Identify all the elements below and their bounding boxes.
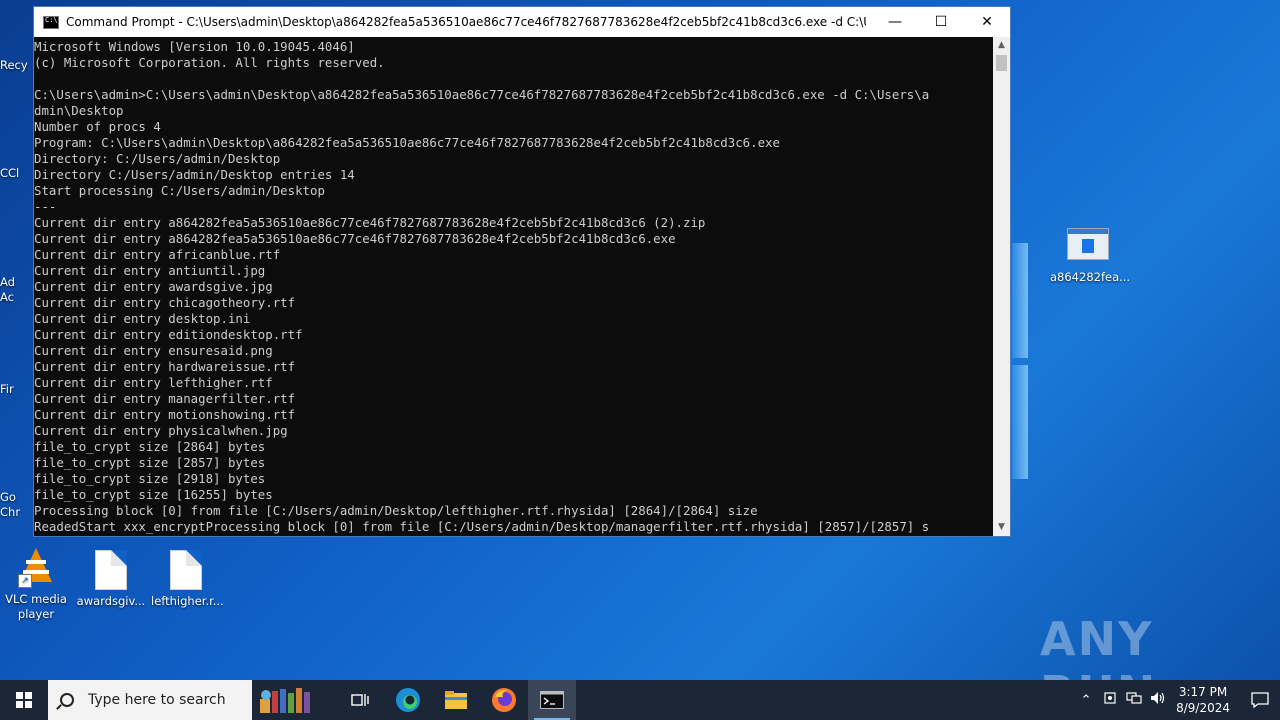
search-icon: [60, 693, 74, 707]
console-output[interactable]: Microsoft Windows [Version 10.0.19045.40…: [34, 37, 994, 539]
wallpaper-beam: [1012, 365, 1028, 479]
desktop-icon-label[interactable]: Fir: [0, 382, 34, 396]
console-line: Current dir entry awardsgive.jpg: [34, 279, 273, 294]
console-line: file_to_crypt size [2857] bytes: [34, 455, 266, 470]
console-line: Current dir entry antiuntil.jpg: [34, 263, 266, 278]
volume-icon[interactable]: [1146, 691, 1170, 709]
console-line: Current dir entry africanblue.rtf: [34, 247, 281, 262]
vertical-scrollbar[interactable]: ▲ ▼: [993, 37, 1010, 536]
file-icon: [93, 550, 129, 590]
start-button[interactable]: [0, 680, 48, 720]
command-prompt-window[interactable]: Command Prompt - C:\Users\admin\Desktop\…: [33, 6, 1011, 537]
console-line: (c) Microsoft Corporation. All rights re…: [34, 55, 385, 70]
console-line: Microsoft Windows [Version 10.0.19045.40…: [34, 39, 355, 54]
scroll-up-icon[interactable]: ▲: [993, 37, 1010, 54]
console-line: Current dir entry physicalwhen.jpg: [34, 423, 288, 438]
console-line: Program: C:\Users\admin\Desktop\a864282f…: [34, 135, 780, 150]
console-line: Current dir entry motionshowing.rtf: [34, 407, 296, 422]
windows-logo-icon: [16, 692, 32, 708]
maximize-button[interactable]: ☐: [918, 7, 964, 37]
file-icon: [168, 550, 204, 590]
console-line: Current dir entry editiondesktop.rtf: [34, 327, 303, 342]
network-icon[interactable]: [1122, 691, 1146, 709]
console-line: Current dir entry desktop.ini: [34, 311, 251, 326]
search-box[interactable]: Type here to search: [48, 680, 252, 720]
taskbar: Type here to search ⌃ 3:17 PM 8/9/2024: [0, 680, 1280, 720]
task-view-icon[interactable]: [336, 680, 384, 720]
executable-icon: [1066, 228, 1109, 260]
notification-icon[interactable]: [1240, 692, 1280, 708]
console-line: Current dir entry managerfilter.rtf: [34, 391, 296, 406]
file-explorer-icon[interactable]: [432, 680, 480, 720]
console-line: file_to_crypt size [2864] bytes: [34, 439, 266, 454]
console-line: Directory C:/Users/admin/Desktop entries…: [34, 167, 355, 182]
desktop-icon-vlc[interactable]: ↗ VLC media player: [1, 548, 71, 622]
tray-chevron-icon[interactable]: ⌃: [1074, 693, 1098, 708]
console-line: Current dir entry lefthigher.rtf: [34, 375, 273, 390]
desktop-icon-label: a864282fea...: [1050, 270, 1131, 284]
console-line: C:\Users\admin>C:\Users\admin\Desktop\a8…: [34, 87, 930, 102]
desktop-icon-label: awardsgiv...: [76, 594, 146, 608]
clock[interactable]: 3:17 PM 8/9/2024: [1176, 684, 1230, 716]
desktop-icon-label[interactable]: Go: [0, 490, 34, 504]
desktop-icon-label: lefthigher.r...: [151, 594, 224, 608]
desktop-icon-label[interactable]: Ac: [0, 290, 34, 304]
scrollbar-thumb[interactable]: [996, 55, 1007, 71]
desktop-icon-label[interactable]: Chr: [0, 505, 34, 519]
desktop-icon-lefthigher[interactable]: lefthigher.r...: [151, 550, 224, 609]
console-line: file_to_crypt size [16255] bytes: [34, 487, 273, 502]
console-line: Current dir entry a864282fea5a536510ae86…: [34, 215, 706, 230]
console-line: file_to_crypt size [2918] bytes: [34, 471, 266, 486]
desktop-icon-exe[interactable]: a864282fea...: [1050, 228, 1131, 284]
desktop-icon-label: VLC media: [5, 592, 67, 606]
system-tray: ⌃ 3:17 PM 8/9/2024: [1074, 680, 1280, 720]
command-prompt-icon: [43, 15, 59, 29]
vlc-icon: ↗: [18, 548, 54, 588]
clock-time: 3:17 PM: [1178, 685, 1228, 699]
console-line: Processing block [0] from file [C:/Users…: [34, 503, 758, 518]
desktop-icon-label[interactable]: Ad: [0, 275, 34, 289]
console-line: ReadedStart xxx_encryptProcessing block …: [34, 519, 930, 534]
console-line: Current dir entry a864282fea5a536510ae86…: [34, 231, 676, 246]
console-line: Number of procs 4: [34, 119, 161, 134]
console-line: Current dir entry chicagotheory.rtf: [34, 295, 296, 310]
console-line: Current dir entry hardwareissue.rtf: [34, 359, 296, 374]
scroll-down-icon[interactable]: ▼: [993, 519, 1010, 536]
clock-date: 8/9/2024: [1176, 701, 1230, 715]
firefox-icon[interactable]: [480, 680, 528, 720]
search-highlight-icon[interactable]: [252, 680, 336, 720]
console-line: Directory: C:/Users/admin/Desktop: [34, 151, 281, 166]
security-icon[interactable]: [1098, 691, 1122, 709]
window-title: Command Prompt - C:\Users\admin\Desktop\…: [66, 15, 866, 29]
desktop-icon-label[interactable]: Recy: [0, 58, 34, 72]
search-placeholder: Type here to search: [88, 692, 226, 708]
edge-icon[interactable]: [384, 680, 432, 720]
desktop-icon-label[interactable]: CCl: [0, 166, 34, 180]
console-line: dmin\Desktop: [34, 103, 124, 118]
desktop-icon-label: player: [17, 607, 55, 621]
wallpaper-beam: [1012, 243, 1028, 358]
desktop-icon-awardsgive[interactable]: awardsgiv...: [76, 550, 146, 609]
console-line: Current dir entry ensuresaid.png: [34, 343, 273, 358]
console-line: Start processing C:/Users/admin/Desktop: [34, 183, 325, 198]
close-button[interactable]: ✕: [964, 7, 1010, 37]
command-prompt-icon[interactable]: [528, 680, 576, 720]
window-titlebar[interactable]: Command Prompt - C:\Users\admin\Desktop\…: [34, 7, 1010, 37]
console-line: ---: [34, 199, 57, 214]
minimize-button[interactable]: —: [872, 7, 918, 37]
